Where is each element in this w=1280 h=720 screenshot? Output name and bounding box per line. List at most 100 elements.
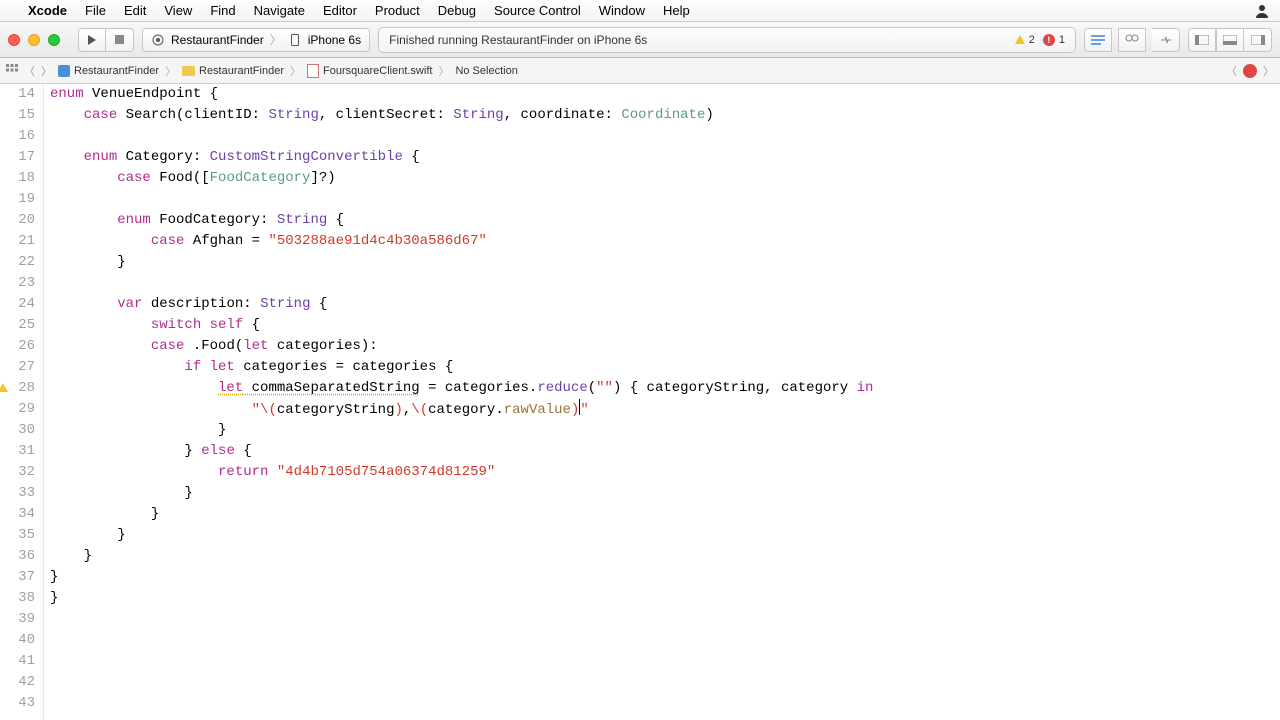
line-number: 16 bbox=[0, 126, 35, 147]
jump-file[interactable]: FoursquareClient.swift bbox=[307, 64, 432, 78]
scheme-selector[interactable]: RestaurantFinder 〉 iPhone 6s bbox=[142, 28, 370, 52]
menu-edit[interactable]: Edit bbox=[124, 3, 146, 18]
issue-indicator-icon[interactable] bbox=[1243, 64, 1257, 78]
line-number: 30 bbox=[0, 420, 35, 441]
menu-file[interactable]: File bbox=[85, 3, 106, 18]
code-line[interactable]: case .Food(let categories): bbox=[50, 336, 873, 357]
code-line[interactable]: enum FoodCategory: String { bbox=[50, 210, 873, 231]
jump-selection-label: No Selection bbox=[455, 65, 517, 77]
toggle-navigator-button[interactable] bbox=[1188, 28, 1216, 52]
error-badge[interactable]: ! 1 bbox=[1043, 34, 1065, 46]
run-button[interactable] bbox=[78, 28, 106, 52]
line-number: 28 bbox=[0, 378, 35, 399]
code-line[interactable]: case Search(clientID: String, clientSecr… bbox=[50, 105, 873, 126]
warning-icon bbox=[1015, 35, 1025, 44]
code-line[interactable] bbox=[50, 630, 873, 651]
jump-selection[interactable]: No Selection bbox=[455, 65, 517, 77]
line-number: 31 bbox=[0, 441, 35, 462]
line-number: 27 bbox=[0, 357, 35, 378]
jump-file-label: FoursquareClient.swift bbox=[323, 65, 432, 77]
xcode-toolbar: RestaurantFinder 〉 iPhone 6s Finished ru… bbox=[0, 22, 1280, 58]
code-line[interactable] bbox=[50, 651, 873, 672]
code-line[interactable]: } bbox=[50, 567, 873, 588]
menubar-app-name[interactable]: Xcode bbox=[28, 3, 67, 18]
code-line[interactable]: } bbox=[50, 588, 873, 609]
next-issue-button[interactable]: 〉 bbox=[1263, 63, 1274, 79]
jump-group[interactable]: RestaurantFinder bbox=[182, 65, 284, 77]
code-line[interactable] bbox=[50, 609, 873, 630]
editor-mode-group bbox=[1084, 28, 1180, 52]
back-button[interactable]: 〈 bbox=[24, 63, 35, 79]
close-window-button[interactable] bbox=[8, 34, 20, 46]
menu-editor[interactable]: Editor bbox=[323, 3, 357, 18]
user-icon[interactable] bbox=[1254, 3, 1270, 19]
jump-group-label: RestaurantFinder bbox=[199, 65, 284, 77]
code-line[interactable]: } bbox=[50, 420, 873, 441]
line-number: 19 bbox=[0, 189, 35, 210]
forward-button[interactable]: 〉 bbox=[41, 63, 52, 79]
minimize-window-button[interactable] bbox=[28, 34, 40, 46]
code-line[interactable]: } bbox=[50, 483, 873, 504]
code-line[interactable]: } else { bbox=[50, 441, 873, 462]
code-line[interactable]: var description: String { bbox=[50, 294, 873, 315]
run-stop-group bbox=[78, 28, 134, 52]
zoom-window-button[interactable] bbox=[48, 34, 60, 46]
prev-issue-button[interactable]: 〈 bbox=[1226, 63, 1237, 79]
code-line[interactable]: return "4d4b7105d754a06374d81259" bbox=[50, 462, 873, 483]
line-number: 17 bbox=[0, 147, 35, 168]
jump-project[interactable]: RestaurantFinder bbox=[58, 65, 159, 77]
error-count: 1 bbox=[1059, 34, 1065, 46]
line-number: 33 bbox=[0, 483, 35, 504]
line-number: 39 bbox=[0, 609, 35, 630]
toggle-utilities-button[interactable] bbox=[1244, 28, 1272, 52]
panel-toggle-group bbox=[1188, 28, 1272, 52]
code-line[interactable] bbox=[50, 126, 873, 147]
line-number: 23 bbox=[0, 273, 35, 294]
activity-status-bar: Finished running RestaurantFinder on iPh… bbox=[378, 27, 1076, 53]
code-line[interactable]: } bbox=[50, 504, 873, 525]
code-line[interactable]: } bbox=[50, 546, 873, 567]
assistant-editor-button[interactable] bbox=[1118, 28, 1146, 52]
warning-badge[interactable]: 2 bbox=[1015, 34, 1035, 46]
line-number: 15 bbox=[0, 105, 35, 126]
scheme-device-label: iPhone 6s bbox=[308, 33, 361, 47]
code-line[interactable]: case Food([FoodCategory]?) bbox=[50, 168, 873, 189]
scheme-target-label: RestaurantFinder bbox=[171, 33, 264, 47]
source-editor[interactable]: 1415161718192021222324252627282930313233… bbox=[0, 84, 1280, 720]
line-number: 32 bbox=[0, 462, 35, 483]
jump-bar: 〈 〉 RestaurantFinder 〉 RestaurantFinder … bbox=[0, 58, 1280, 84]
status-text: Finished running RestaurantFinder on iPh… bbox=[389, 33, 647, 47]
code-line[interactable]: } bbox=[50, 252, 873, 273]
macos-menubar: Xcode File Edit View Find Navigate Edito… bbox=[0, 0, 1280, 22]
code-line[interactable]: enum Category: CustomStringConvertible { bbox=[50, 147, 873, 168]
menu-view[interactable]: View bbox=[164, 3, 192, 18]
app-target-icon bbox=[151, 33, 165, 47]
code-line[interactable] bbox=[50, 693, 873, 714]
menu-source-control[interactable]: Source Control bbox=[494, 3, 581, 18]
menu-window[interactable]: Window bbox=[599, 3, 645, 18]
code-line[interactable]: "\(categoryString),\(category.rawValue)" bbox=[50, 399, 873, 420]
stop-button[interactable] bbox=[106, 28, 134, 52]
version-editor-button[interactable] bbox=[1152, 28, 1180, 52]
menu-product[interactable]: Product bbox=[375, 3, 420, 18]
swift-file-icon bbox=[307, 64, 319, 78]
code-line[interactable]: case Afghan = "503288ae91d4c4b30a586d67" bbox=[50, 231, 873, 252]
menu-navigate[interactable]: Navigate bbox=[254, 3, 305, 18]
code-area[interactable]: enum VenueEndpoint { case Search(clientI… bbox=[44, 84, 873, 720]
related-items-button[interactable] bbox=[6, 64, 18, 77]
code-line[interactable]: if let categories = categories { bbox=[50, 357, 873, 378]
code-line[interactable]: let commaSeparatedString = categories.re… bbox=[50, 378, 873, 399]
code-line[interactable] bbox=[50, 273, 873, 294]
menu-find[interactable]: Find bbox=[210, 3, 235, 18]
code-line[interactable]: enum VenueEndpoint { bbox=[50, 84, 873, 105]
code-line[interactable]: } bbox=[50, 525, 873, 546]
standard-editor-button[interactable] bbox=[1084, 28, 1112, 52]
project-icon bbox=[58, 65, 70, 77]
code-line[interactable]: switch self { bbox=[50, 315, 873, 336]
menu-debug[interactable]: Debug bbox=[438, 3, 476, 18]
toggle-debug-area-button[interactable] bbox=[1216, 28, 1244, 52]
line-number: 26 bbox=[0, 336, 35, 357]
menu-help[interactable]: Help bbox=[663, 3, 690, 18]
code-line[interactable] bbox=[50, 672, 873, 693]
code-line[interactable] bbox=[50, 189, 873, 210]
